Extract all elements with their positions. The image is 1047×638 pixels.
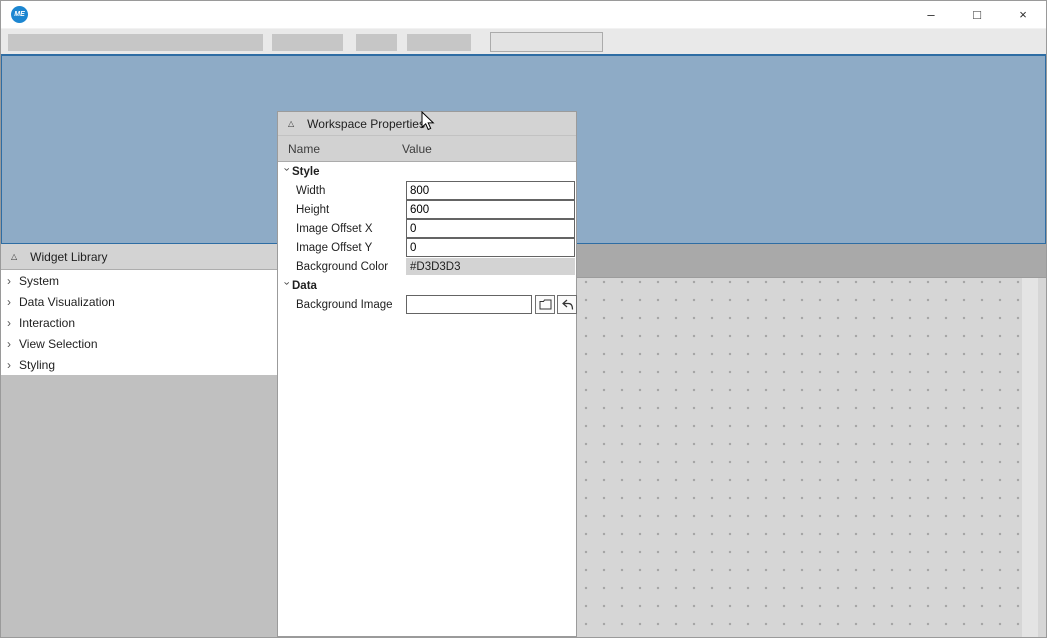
- tree-item-label: Data Visualization: [19, 295, 115, 309]
- property-row-image-offset-y: Image Offset Y: [278, 238, 576, 257]
- undo-arrow-icon: [561, 299, 574, 311]
- collapse-triangle-icon[interactable]: △: [288, 119, 294, 128]
- property-group-data[interactable]: › Data: [278, 276, 576, 295]
- tree-item-label: View Selection: [19, 337, 98, 351]
- property-label: Image Offset Y: [296, 242, 372, 254]
- chevron-right-icon[interactable]: ›: [7, 338, 15, 350]
- tree-item-interaction[interactable]: › Interaction: [1, 312, 277, 333]
- property-label: Width: [296, 185, 325, 197]
- toolbar-placeholder-1[interactable]: [8, 34, 263, 51]
- folder-icon: [539, 299, 552, 310]
- group-label: Data: [292, 280, 317, 292]
- image-offset-y-input[interactable]: [406, 238, 575, 257]
- workspace-properties-panel: △ Workspace Properties Name Value › Styl…: [277, 111, 577, 637]
- property-label: Height: [296, 204, 329, 216]
- chevron-right-icon[interactable]: ›: [7, 275, 15, 287]
- tree-item-styling[interactable]: › Styling: [1, 354, 277, 375]
- browse-file-button[interactable]: [535, 295, 555, 314]
- property-row-image-offset-x: Image Offset X: [278, 219, 576, 238]
- widget-library-header[interactable]: △ Widget Library: [1, 244, 277, 270]
- group-label: Style: [292, 166, 320, 178]
- properties-rows: › Style Width Height Image Offset X Imag…: [278, 162, 576, 314]
- collapse-triangle-icon[interactable]: △: [11, 252, 17, 261]
- properties-column-header: Name Value: [278, 136, 576, 162]
- chevron-down-icon[interactable]: ›: [281, 282, 292, 290]
- workspace-properties-title: Workspace Properties: [307, 117, 425, 131]
- property-label: Background Image: [296, 299, 393, 311]
- property-group-style[interactable]: › Style: [278, 162, 576, 181]
- property-label: Background Color: [296, 261, 388, 273]
- image-offset-x-input[interactable]: [406, 219, 575, 238]
- app-logo-icon: ME: [11, 6, 28, 23]
- width-input[interactable]: [406, 181, 575, 200]
- background-image-input[interactable]: [406, 295, 532, 314]
- property-label: Image Offset X: [296, 223, 373, 235]
- tree-item-view-selection[interactable]: › View Selection: [1, 333, 277, 354]
- tree-item-label: Interaction: [19, 316, 75, 330]
- chevron-right-icon[interactable]: ›: [7, 317, 15, 329]
- toolbar-field[interactable]: [490, 32, 603, 52]
- chevron-right-icon[interactable]: ›: [7, 359, 15, 371]
- toolbar-placeholder-4[interactable]: [407, 34, 471, 51]
- workspace-properties-header[interactable]: △ Workspace Properties: [278, 112, 576, 136]
- maximize-button[interactable]: □: [954, 1, 1000, 28]
- reset-value-button[interactable]: [557, 295, 577, 314]
- window-controls: – □ ×: [908, 1, 1046, 28]
- height-input[interactable]: [406, 200, 575, 219]
- widget-library-panel: △ Widget Library › System › Data Visuali…: [1, 244, 278, 637]
- close-button[interactable]: ×: [1000, 1, 1046, 28]
- toolbar-placeholder-2[interactable]: [272, 34, 343, 51]
- chevron-right-icon[interactable]: ›: [7, 296, 15, 308]
- titlebar: ME – □ ×: [1, 1, 1046, 28]
- column-name: Name: [278, 142, 402, 156]
- property-row-width: Width: [278, 181, 576, 200]
- widget-library-items: › System › Data Visualization › Interact…: [1, 270, 277, 375]
- background-color-value[interactable]: #D3D3D3: [406, 258, 575, 275]
- toolbar: [1, 28, 1046, 54]
- tree-item-system[interactable]: › System: [1, 270, 277, 291]
- widget-library-title: Widget Library: [30, 250, 107, 264]
- canvas-vertical-scrollbar[interactable]: [1022, 278, 1038, 637]
- column-value: Value: [402, 142, 432, 156]
- property-row-background-color: Background Color #D3D3D3: [278, 257, 576, 276]
- tree-item-data-visualization[interactable]: › Data Visualization: [1, 291, 277, 312]
- app-window: ME – □ × △ Widget Library › System: [0, 0, 1047, 638]
- property-row-height: Height: [278, 200, 576, 219]
- toolbar-placeholder-3[interactable]: [356, 34, 397, 51]
- property-row-background-image: Background Image: [278, 295, 576, 314]
- tree-item-label: Styling: [19, 358, 55, 372]
- widget-library-empty-area: [1, 375, 277, 637]
- chevron-down-icon[interactable]: ›: [281, 168, 292, 176]
- minimize-button[interactable]: –: [908, 1, 954, 28]
- tree-item-label: System: [19, 274, 59, 288]
